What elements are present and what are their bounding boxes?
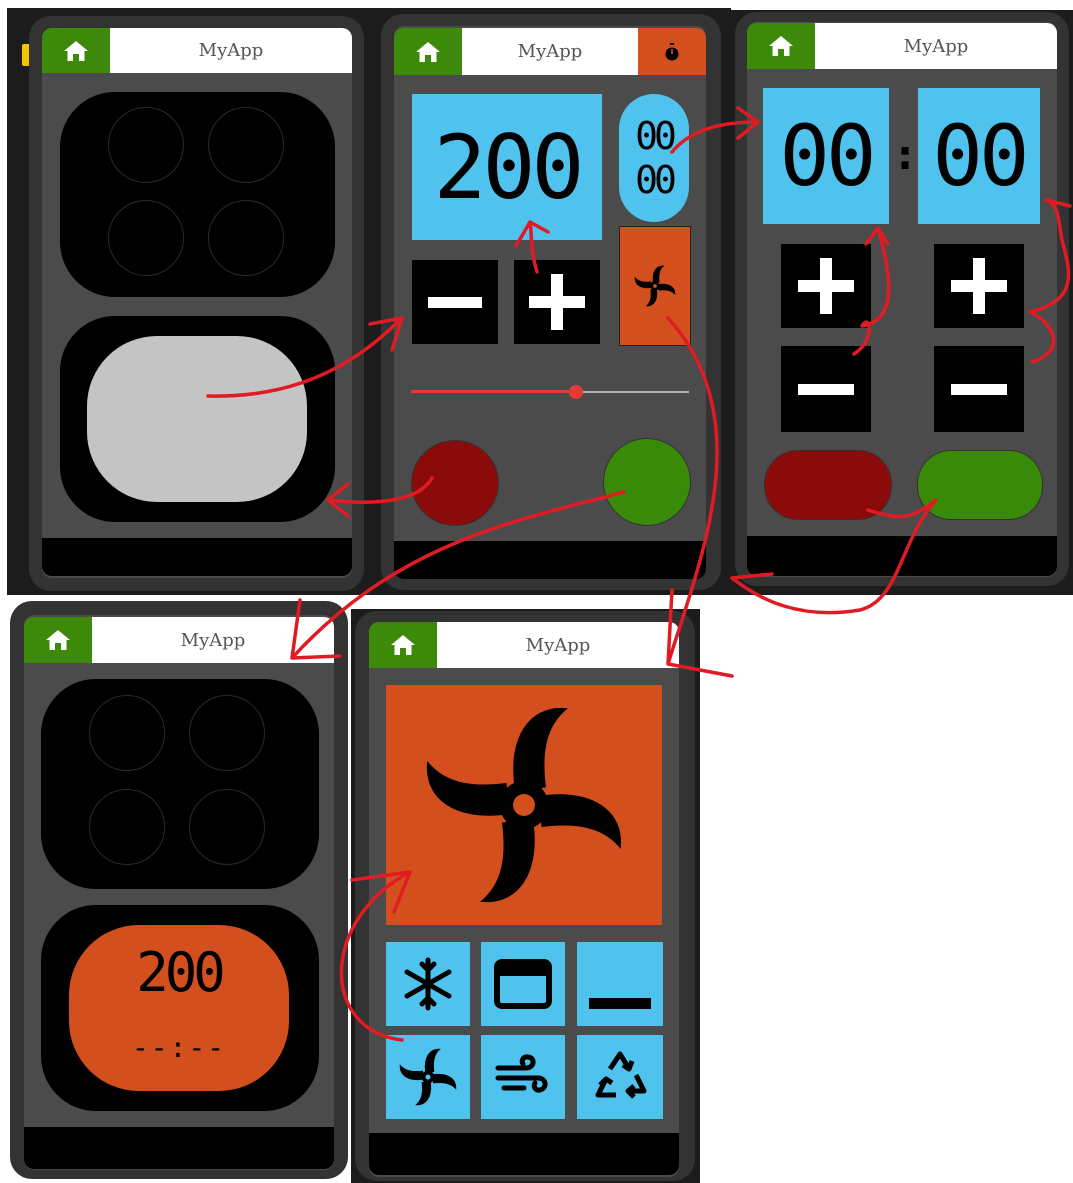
arrow-confirm-to-active [290,490,626,660]
arrow-minutes-plus-to-display [1028,198,1072,364]
arrow-timer-buttons-back [730,498,938,615]
arrow-oven-to-settings [206,316,404,398]
navigation-annotations [206,106,1072,1042]
arrow-hours-plus-to-display [852,226,891,356]
arrow-fan-to-modes [666,316,734,678]
arrow-temp-plus [514,220,550,274]
arrow-timer-to-timer-screen [670,106,760,154]
arrow-cancel-back [326,476,434,518]
arrow-modes-back [339,870,412,1042]
